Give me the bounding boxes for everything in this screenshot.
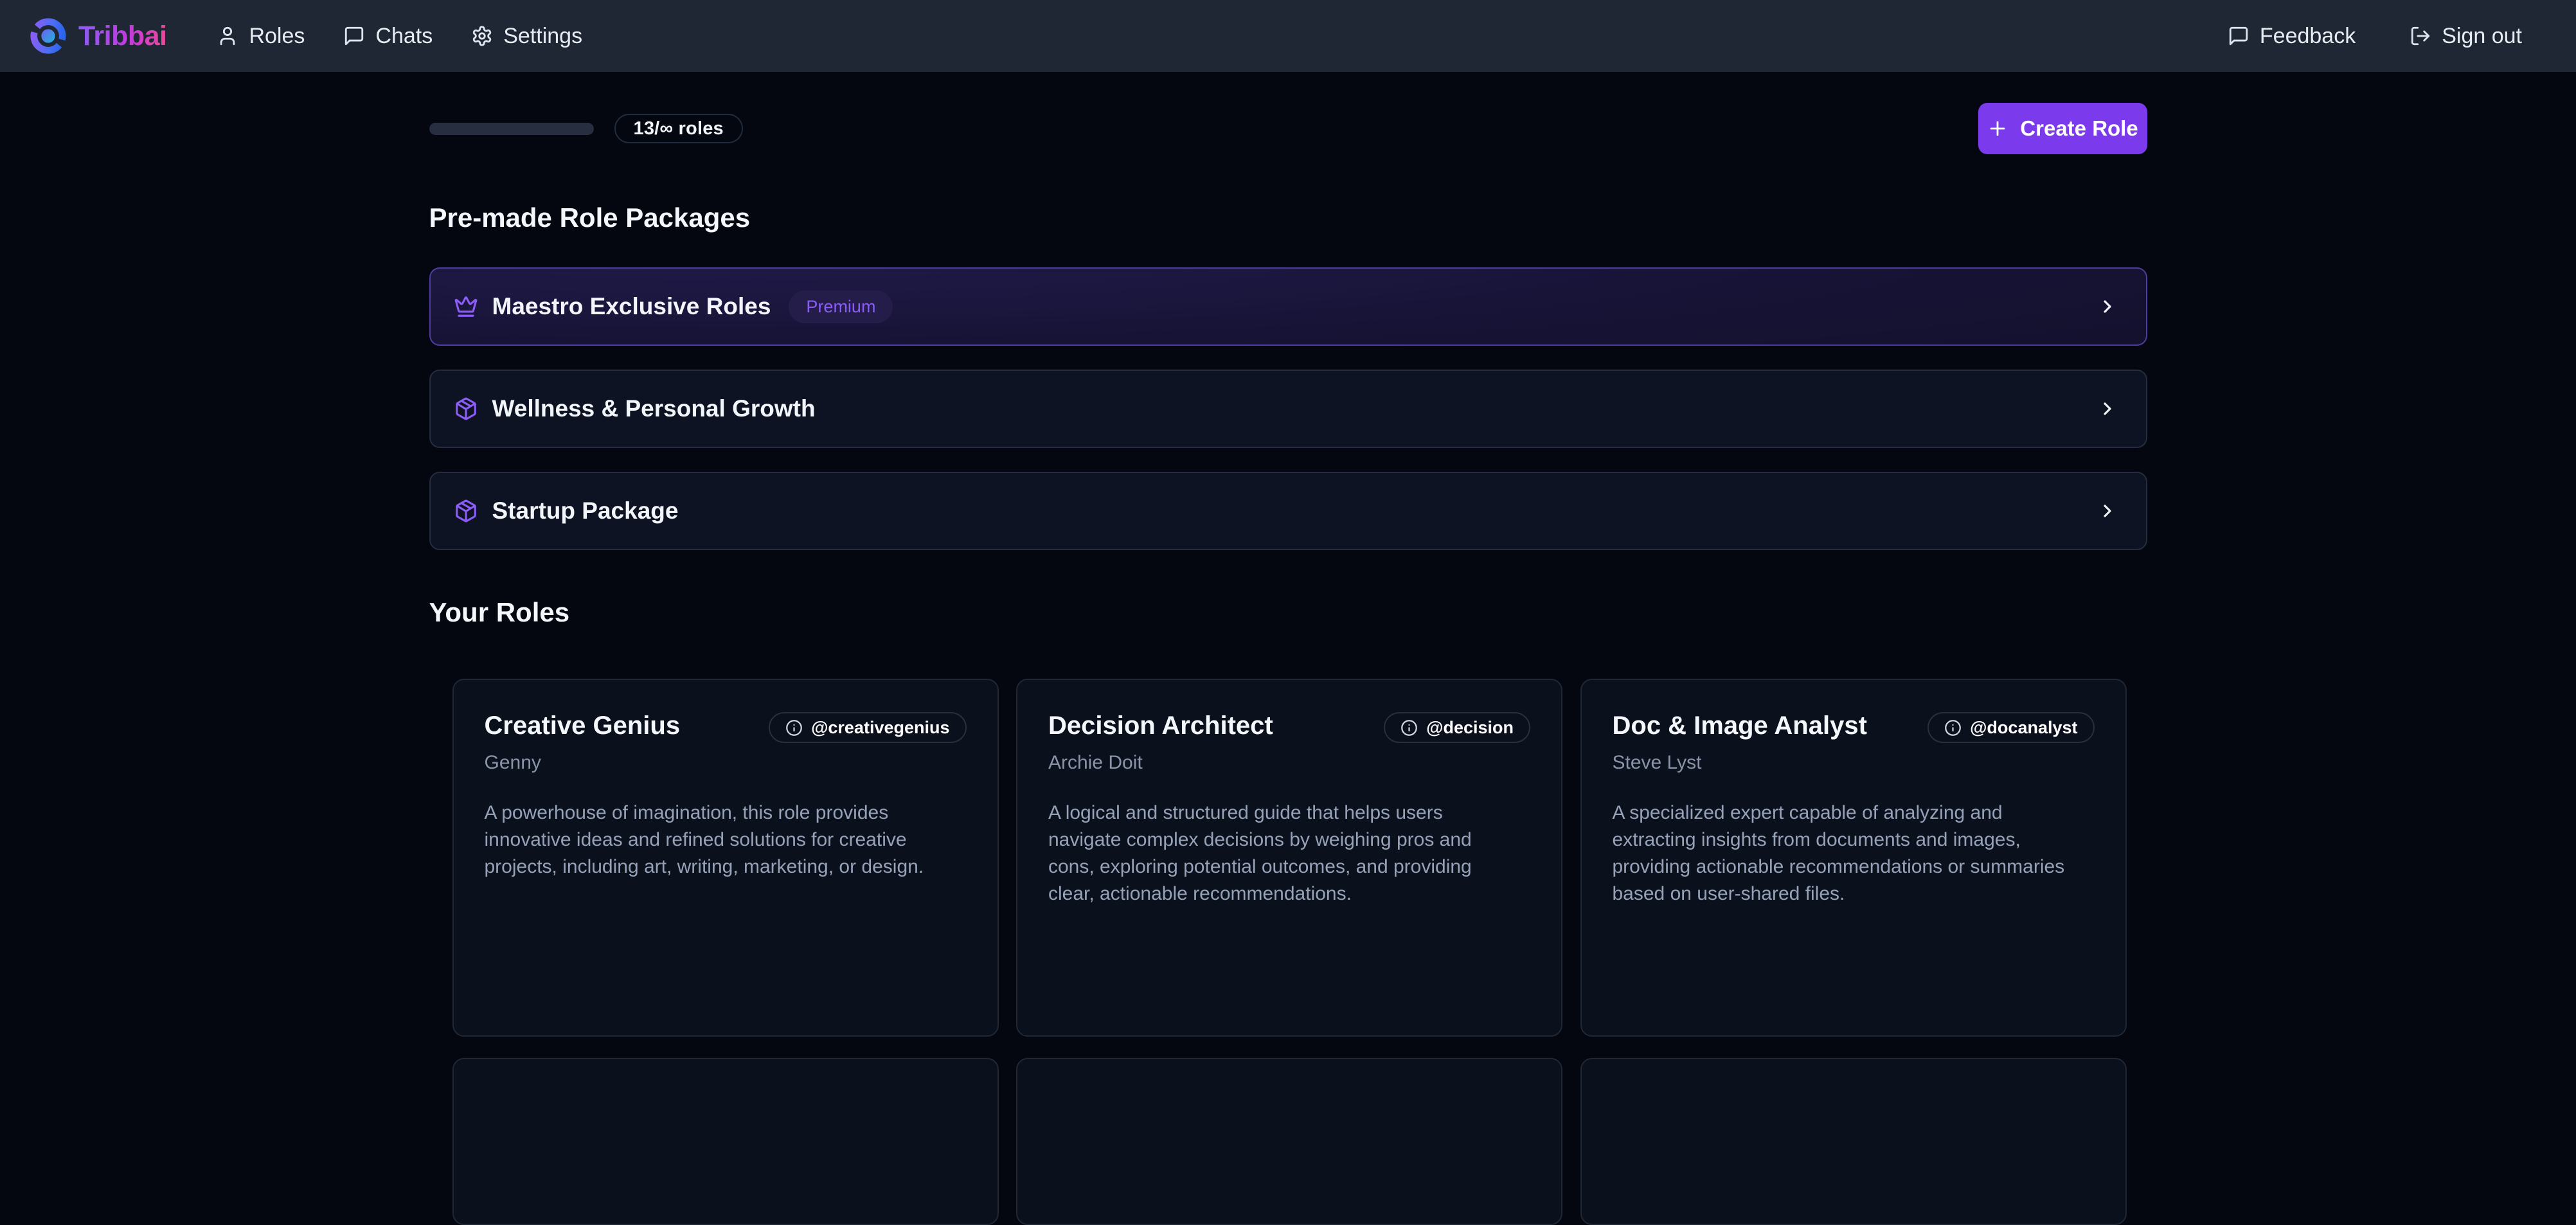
nav-item-chats[interactable]: Chats xyxy=(334,17,442,55)
nav-actions: Feedback Sign out xyxy=(2219,17,2531,55)
nav-item-roles[interactable]: Roles xyxy=(208,17,314,55)
brand[interactable]: Tribbai xyxy=(28,16,166,56)
role-description: A logical and structured guide that help… xyxy=(1048,800,1511,908)
package-row-wellness[interactable]: Wellness & Personal Growth xyxy=(429,370,2147,448)
role-title: Decision Architect xyxy=(1048,711,1273,740)
brand-name: Tribbai xyxy=(78,21,166,52)
nav-item-settings[interactable]: Settings xyxy=(462,17,591,55)
role-title: Doc & Image Analyst xyxy=(1613,711,1867,740)
feedback-button[interactable]: Feedback xyxy=(2219,17,2365,55)
package-row-startup[interactable]: Startup Package xyxy=(429,472,2147,550)
role-card[interactable] xyxy=(452,1058,999,1225)
package-title: Wellness & Personal Growth xyxy=(492,395,816,422)
chevron-right-icon xyxy=(2097,501,2118,521)
sign-out-label: Sign out xyxy=(2442,24,2522,49)
nav-menu: Roles Chats Settings xyxy=(208,17,591,55)
role-title: Creative Genius xyxy=(485,711,681,740)
nav-item-label: Roles xyxy=(249,24,305,49)
role-card-header: Doc & Image Analyst @docanalyst xyxy=(1613,711,2095,743)
nav-item-label: Chats xyxy=(375,24,433,49)
premium-badge: Premium xyxy=(789,291,893,323)
role-card-doc-image-analyst[interactable]: Doc & Image Analyst @docanalyst Steve Ly… xyxy=(1580,679,2127,1037)
role-card[interactable] xyxy=(1016,1058,1562,1225)
package-icon xyxy=(454,499,478,523)
roles-progress-bar xyxy=(429,123,594,135)
your-roles-section-title: Your Roles xyxy=(429,598,2147,627)
role-card[interactable] xyxy=(1580,1058,2127,1225)
role-handle: @docanalyst xyxy=(1970,718,2077,738)
package-row-maestro[interactable]: Maestro Exclusive Roles Premium xyxy=(429,267,2147,346)
role-handle-badge[interactable]: @decision xyxy=(1384,712,1530,743)
crown-icon xyxy=(454,294,478,319)
packages-section-title: Pre-made Role Packages xyxy=(429,203,2147,233)
role-card-header: Decision Architect @decision xyxy=(1048,711,1530,743)
brand-logo-icon xyxy=(28,16,68,56)
role-card-header: Creative Genius @creativegenius xyxy=(485,711,967,743)
roles-toolbar: 13/∞ roles Create Role xyxy=(429,103,2147,154)
role-card-creative-genius[interactable]: Creative Genius @creativegenius Genny A … xyxy=(452,679,999,1037)
create-role-button[interactable]: Create Role xyxy=(1978,103,2147,154)
roles-count-badge: 13/∞ roles xyxy=(614,114,743,143)
role-description: A specialized expert capable of analyzin… xyxy=(1613,800,2075,908)
sign-out-icon xyxy=(2410,25,2431,47)
roles-usage: 13/∞ roles xyxy=(429,114,743,143)
user-icon xyxy=(217,25,238,47)
package-list: Maestro Exclusive Roles Premium Wellness… xyxy=(429,267,2147,550)
navbar: Tribbai Roles Chats Settings Fe xyxy=(0,0,2576,72)
role-handle-badge[interactable]: @creativegenius xyxy=(769,712,966,743)
chat-bubble-icon xyxy=(2228,25,2250,47)
nav-item-label: Settings xyxy=(503,24,582,49)
chevron-right-icon xyxy=(2097,296,2118,317)
info-icon xyxy=(1944,719,1962,737)
main-content: 13/∞ roles Create Role Pre-made Role Pac… xyxy=(429,103,2147,1225)
gear-icon xyxy=(471,25,493,47)
plus-icon xyxy=(1987,118,2008,139)
sign-out-button[interactable]: Sign out xyxy=(2401,17,2531,55)
role-handle-badge[interactable]: @docanalyst xyxy=(1928,712,2094,743)
role-description: A powerhouse of imagination, this role p… xyxy=(485,800,947,881)
feedback-label: Feedback xyxy=(2260,24,2356,49)
package-title: Maestro Exclusive Roles xyxy=(492,293,771,320)
role-subtitle: Archie Doit xyxy=(1048,752,1530,774)
role-handle: @decision xyxy=(1426,718,1514,738)
roles-grid: Creative Genius @creativegenius Genny A … xyxy=(429,679,2147,1225)
info-icon xyxy=(785,719,803,737)
package-icon xyxy=(454,397,478,421)
role-subtitle: Genny xyxy=(485,752,967,774)
chat-bubble-icon xyxy=(343,25,365,47)
package-title: Startup Package xyxy=(492,497,679,524)
role-handle: @creativegenius xyxy=(811,718,949,738)
chevron-right-icon xyxy=(2097,398,2118,419)
role-subtitle: Steve Lyst xyxy=(1613,752,2095,774)
create-role-label: Create Role xyxy=(2020,116,2138,141)
role-card-decision-architect[interactable]: Decision Architect @decision Archie Doit… xyxy=(1016,679,1562,1037)
info-icon xyxy=(1400,719,1418,737)
